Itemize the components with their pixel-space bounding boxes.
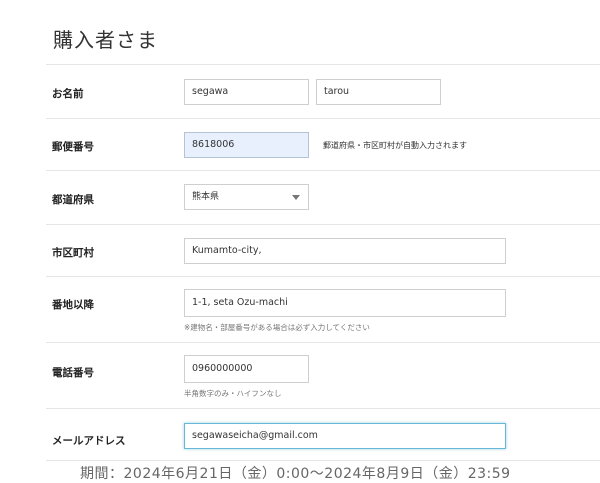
campaign-period-text: 期間：2024年6月21日（金）0:00〜2024年8月9日（金）23:59 (80, 466, 511, 482)
section-title: 購入者さま (53, 28, 158, 52)
form-bottom-divider (46, 460, 600, 461)
prefecture-select[interactable]: 熊本県 (184, 184, 309, 210)
email-input[interactable]: segawaseicha@gmail.com (184, 423, 506, 449)
chevron-down-icon (292, 195, 300, 200)
row-email: メールアドレス segawaseicha@gmail.com (46, 408, 600, 460)
row-city: 市区町村 Kumamto-city, (46, 224, 600, 276)
row-prefecture: 都道府県 熊本県 (46, 170, 600, 224)
phone-label: 電話番号 (52, 367, 94, 379)
postal-code-label: 郵便番号 (52, 141, 94, 153)
phone-note: 半角数字のみ・ハイフンなし (184, 389, 282, 398)
row-phone: 電話番号 0960000000 半角数字のみ・ハイフンなし (46, 342, 600, 408)
phone-input[interactable]: 0960000000 (184, 355, 309, 383)
postal-code-input[interactable]: 8618006 (184, 132, 309, 158)
address-input[interactable]: 1-1, seta Ozu-machi (184, 289, 506, 317)
email-label: メールアドレス (52, 435, 126, 447)
row-address: 番地以降 1-1, seta Ozu-machi ※建物名・部屋番号がある場合は… (46, 276, 600, 342)
prefecture-selected-value: 熊本県 (192, 192, 220, 202)
postal-code-note: 郵道府県・市区町村が自動入力されます (323, 141, 467, 150)
city-label: 市区町村 (52, 247, 94, 259)
prefecture-label: 都道府県 (52, 194, 94, 206)
row-name: お名前 segawa tarou (46, 64, 600, 118)
last-name-input[interactable]: segawa (184, 79, 309, 105)
row-postal-code: 郵便番号 8618006 郵道府県・市区町村が自動入力されます (46, 118, 600, 170)
partial-heading-cut: · · · · · · · (60, 0, 182, 10)
city-input[interactable]: Kumamto-city, (184, 238, 506, 264)
first-name-input[interactable]: tarou (316, 79, 441, 105)
address-note: ※建物名・部屋番号がある場合は必ず入力してください (184, 323, 370, 332)
address-label: 番地以降 (52, 299, 94, 311)
buyer-form: お名前 segawa tarou 郵便番号 8618006 郵道府県・市区町村が… (46, 64, 600, 461)
name-label: お名前 (52, 88, 84, 100)
